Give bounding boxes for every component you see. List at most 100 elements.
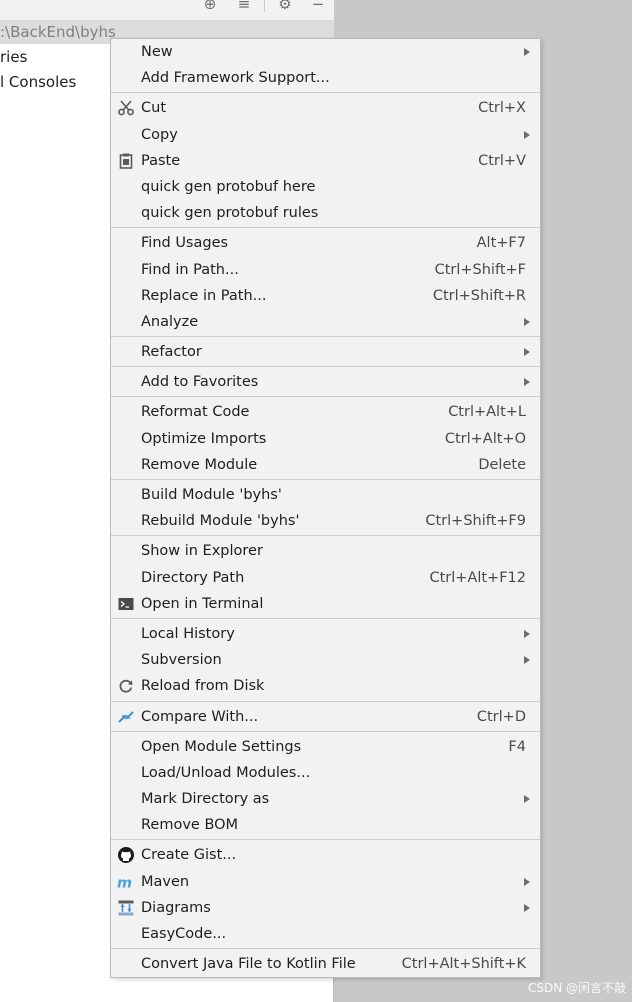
menu-item-label: Compare With... bbox=[141, 708, 259, 725]
gear-icon[interactable]: ⚙ bbox=[275, 0, 295, 14]
toolbar-separator bbox=[264, 0, 265, 12]
menu-item-local-history[interactable]: Local History bbox=[111, 621, 540, 647]
menu-item-find-in-path[interactable]: Find in Path... Ctrl+Shift+F bbox=[111, 257, 540, 283]
menu-item-add-to-favorites[interactable]: Add to Favorites bbox=[111, 369, 540, 395]
menu-item-paste[interactable]: Paste Ctrl+V bbox=[111, 148, 540, 174]
menu-item-label: Convert Java File to Kotlin File bbox=[141, 956, 356, 973]
submenu-arrow-icon bbox=[524, 903, 530, 912]
menu-item-label: Find in Path... bbox=[141, 261, 239, 278]
menu-item-label: New bbox=[141, 44, 173, 60]
menu-item-label: Local History bbox=[141, 625, 235, 642]
menu-item-add-framework-support[interactable]: Add Framework Support... bbox=[111, 65, 540, 91]
compare-icon bbox=[117, 708, 135, 726]
minimize-icon[interactable]: − bbox=[308, 0, 328, 14]
submenu-arrow-icon bbox=[524, 795, 530, 804]
context-menu: New Add Framework Support... Cut Ctrl+X Copy… bbox=[110, 38, 541, 978]
menu-item-reformat-code[interactable]: Reformat Code Ctrl+Alt+L bbox=[111, 399, 540, 425]
tree-item-scratches[interactable]: l Consoles bbox=[0, 70, 76, 94]
menu-item-label: Add Framework Support... bbox=[141, 70, 330, 87]
submenu-arrow-icon bbox=[524, 348, 530, 357]
submenu-arrow-icon bbox=[524, 378, 530, 387]
menu-item-label: Show in Explorer bbox=[141, 543, 263, 560]
menu-item-shortcut: Ctrl+D bbox=[476, 708, 526, 725]
clipboard-icon bbox=[117, 152, 135, 170]
menu-item-label: Subversion bbox=[141, 652, 222, 669]
menu-item-create-gist[interactable]: Create Gist... bbox=[111, 842, 540, 868]
terminal-icon bbox=[117, 595, 135, 613]
menu-item-cut[interactable]: Cut Ctrl+X bbox=[111, 95, 540, 121]
menu-item-optimize-imports[interactable]: Optimize Imports Ctrl+Alt+O bbox=[111, 426, 540, 452]
menu-item-shortcut: Ctrl+Shift+F bbox=[434, 261, 526, 278]
menu-item-subversion[interactable]: Subversion bbox=[111, 647, 540, 673]
menu-item-label: Reformat Code bbox=[141, 404, 250, 421]
menu-item-label: Rebuild Module 'byhs' bbox=[141, 513, 300, 530]
project-toolbar: ⊕ ≡ ⚙ − bbox=[0, 0, 334, 20]
menu-item-convert-java-file-to-kotlin-file[interactable]: Convert Java File to Kotlin File Ctrl+Alt… bbox=[111, 951, 540, 977]
menu-item-label: Reload from Disk bbox=[141, 678, 265, 695]
menu-item-label: quick gen protobuf here bbox=[141, 178, 316, 195]
menu-item-copy[interactable]: Copy bbox=[111, 122, 540, 148]
menu-item-open-module-settings[interactable]: Open Module Settings F4 bbox=[111, 734, 540, 760]
menu-item-open-in-terminal[interactable]: Open in Terminal bbox=[111, 591, 540, 617]
menu-item-shortcut: Ctrl+V bbox=[478, 152, 526, 169]
menu-item-replace-in-path[interactable]: Replace in Path... Ctrl+Shift+R bbox=[111, 283, 540, 309]
menu-item-remove-module[interactable]: Remove Module Delete bbox=[111, 452, 540, 478]
menu-item-load-unload-modules[interactable]: Load/Unload Modules... bbox=[111, 760, 540, 786]
menu-item-quick-gen-protobuf-here[interactable]: quick gen protobuf here bbox=[111, 174, 540, 200]
menu-item-shortcut: Ctrl+X bbox=[478, 100, 526, 117]
menu-item-directory-path[interactable]: Directory Path Ctrl+Alt+F12 bbox=[111, 565, 540, 591]
menu-item-easycode[interactable]: EasyCode... bbox=[111, 921, 540, 947]
menu-item-quick-gen-protobuf-rules[interactable]: quick gen protobuf rules bbox=[111, 200, 540, 226]
locate-icon[interactable]: ⊕ bbox=[200, 0, 220, 14]
submenu-arrow-icon bbox=[524, 656, 530, 665]
menu-item-refactor[interactable]: Refactor bbox=[111, 339, 540, 365]
diagrams-icon bbox=[117, 899, 135, 917]
menu-item-shortcut: Ctrl+Shift+R bbox=[432, 287, 526, 304]
menu-item-label: Load/Unload Modules... bbox=[141, 764, 311, 781]
tree-item-libraries[interactable]: ries bbox=[0, 45, 27, 69]
submenu-arrow-icon bbox=[524, 130, 530, 139]
menu-item-label: Copy bbox=[141, 126, 178, 143]
menu-item-label: EasyCode... bbox=[141, 926, 227, 942]
menu-item-label: Find Usages bbox=[141, 235, 229, 252]
menu-item-label: Refactor bbox=[141, 344, 202, 361]
submenu-arrow-icon bbox=[524, 629, 530, 638]
menu-item-shortcut: Ctrl+Alt+O bbox=[444, 430, 526, 447]
menu-item-label: Open in Terminal bbox=[141, 595, 264, 612]
menu-item-maven[interactable]: m Maven bbox=[111, 869, 540, 895]
menu-item-build-module-byhs[interactable]: Build Module 'byhs' bbox=[111, 482, 540, 508]
menu-item-label: Remove Module bbox=[141, 456, 258, 473]
submenu-arrow-icon bbox=[524, 48, 530, 56]
github-icon bbox=[117, 846, 135, 864]
menu-item-compare-with[interactable]: Compare With... Ctrl+D bbox=[111, 704, 540, 730]
menu-item-label: quick gen protobuf rules bbox=[141, 205, 319, 222]
menu-item-find-usages[interactable]: Find Usages Alt+F7 bbox=[111, 230, 540, 256]
submenu-arrow-icon bbox=[524, 877, 530, 886]
watermark: CSDN @闲言不敲 bbox=[527, 981, 626, 995]
menu-item-label: Mark Directory as bbox=[141, 791, 270, 808]
menu-item-shortcut: Ctrl+Alt+L bbox=[448, 404, 526, 421]
menu-item-show-in-explorer[interactable]: Show in Explorer bbox=[111, 538, 540, 564]
menu-item-shortcut: Ctrl+Alt+Shift+K bbox=[401, 956, 526, 973]
menu-item-label: Analyze bbox=[141, 313, 199, 330]
scissors-icon bbox=[117, 99, 135, 117]
menu-item-label: Build Module 'byhs' bbox=[141, 487, 282, 503]
menu-item-label: Optimize Imports bbox=[141, 430, 267, 447]
menu-item-shortcut: Ctrl+Shift+F9 bbox=[425, 513, 526, 530]
menu-item-label: Add to Favorites bbox=[141, 374, 259, 391]
menu-item-analyze[interactable]: Analyze bbox=[111, 309, 540, 335]
menu-item-label: Remove BOM bbox=[141, 817, 239, 834]
submenu-arrow-icon bbox=[524, 317, 530, 326]
menu-item-label: Open Module Settings bbox=[141, 738, 302, 755]
menu-item-shortcut: F4 bbox=[508, 738, 526, 755]
menu-item-new[interactable]: New bbox=[111, 39, 540, 65]
menu-item-label: Diagrams bbox=[141, 899, 211, 916]
svg-text:m: m bbox=[117, 875, 132, 891]
menu-item-reload-from-disk[interactable]: Reload from Disk bbox=[111, 673, 540, 699]
menu-item-rebuild-module-byhs[interactable]: Rebuild Module 'byhs' Ctrl+Shift+F9 bbox=[111, 508, 540, 534]
collapse-all-icon[interactable]: ≡ bbox=[234, 0, 254, 14]
menu-item-remove-bom[interactable]: Remove BOM bbox=[111, 812, 540, 838]
menu-item-diagrams[interactable]: Diagrams bbox=[111, 895, 540, 921]
menu-item-label: Replace in Path... bbox=[141, 287, 267, 304]
menu-item-mark-directory-as[interactable]: Mark Directory as bbox=[111, 786, 540, 812]
